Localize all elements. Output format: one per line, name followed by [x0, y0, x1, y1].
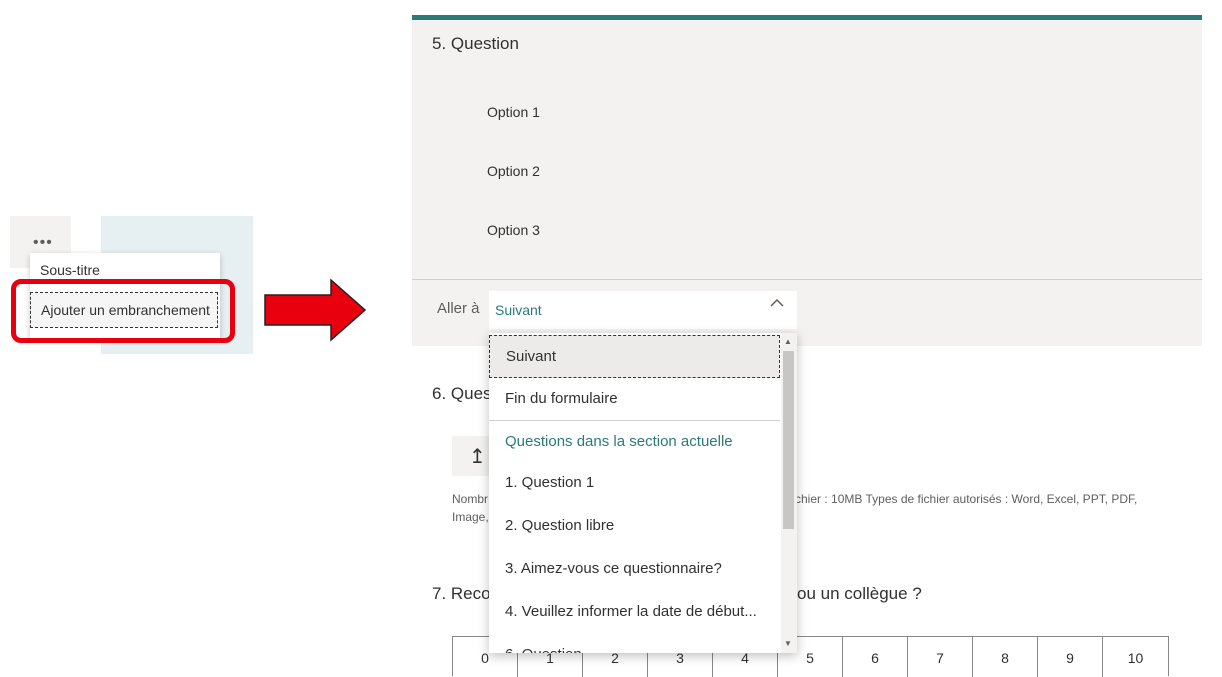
- dropdown-section-header: Questions dans la section actuelle: [505, 433, 733, 450]
- dropdown-option-question[interactable]: 3. Aimez-vous ce questionnaire?: [489, 547, 780, 590]
- scroll-up-icon[interactable]: ▲: [784, 337, 792, 346]
- highlight-box: [11, 279, 235, 343]
- menu-item-subtitle[interactable]: Sous-titre: [40, 262, 100, 278]
- question-title: 6. Quest: [432, 384, 497, 403]
- right-arrow-icon: [264, 278, 367, 342]
- question-title: 7. Reco: [432, 584, 491, 603]
- upload-note: n fichier : 10MB Types de fichier autori…: [779, 492, 1138, 506]
- dropdown-option-question[interactable]: 6. Question: [489, 633, 780, 653]
- ellipsis-icon[interactable]: •••: [33, 235, 53, 251]
- dropdown-option-end-of-form[interactable]: Fin du formulaire: [489, 377, 780, 420]
- option-item[interactable]: Option 1: [487, 104, 540, 120]
- chevron-up-icon[interactable]: [770, 298, 784, 308]
- dropdown-option-question[interactable]: 1. Question 1: [489, 461, 780, 504]
- upload-note: Image,: [452, 510, 489, 524]
- dropdown-option-question[interactable]: 4. Veuillez informer la date de début...: [489, 590, 780, 633]
- question-title: 5. Question: [432, 34, 519, 53]
- option-item[interactable]: Option 2: [487, 163, 540, 179]
- question-title-continued: ou un collègue ?: [797, 584, 922, 603]
- scale-option[interactable]: 7: [908, 637, 973, 677]
- scrollbar-thumb[interactable]: [783, 351, 794, 529]
- scale-option[interactable]: 8: [973, 637, 1038, 677]
- scale-option[interactable]: 10: [1103, 637, 1168, 677]
- goto-label: Aller à: [437, 300, 480, 317]
- goto-selected-value: Suivant: [495, 302, 542, 318]
- upload-icon: ↥: [469, 446, 486, 468]
- scale-option[interactable]: 9: [1038, 637, 1103, 677]
- upload-note: Nombr: [452, 492, 489, 506]
- option-item[interactable]: Option 3: [487, 222, 540, 238]
- scale-option[interactable]: 6: [843, 637, 908, 677]
- scroll-down-icon[interactable]: ▼: [784, 639, 792, 648]
- dropdown-option-next[interactable]: Suivant: [489, 335, 780, 378]
- goto-dropdown-list: Suivant Fin du formulaire Questions dans…: [489, 333, 797, 653]
- dropdown-option-question[interactable]: 2. Question libre: [489, 504, 780, 547]
- divider: [412, 279, 1202, 280]
